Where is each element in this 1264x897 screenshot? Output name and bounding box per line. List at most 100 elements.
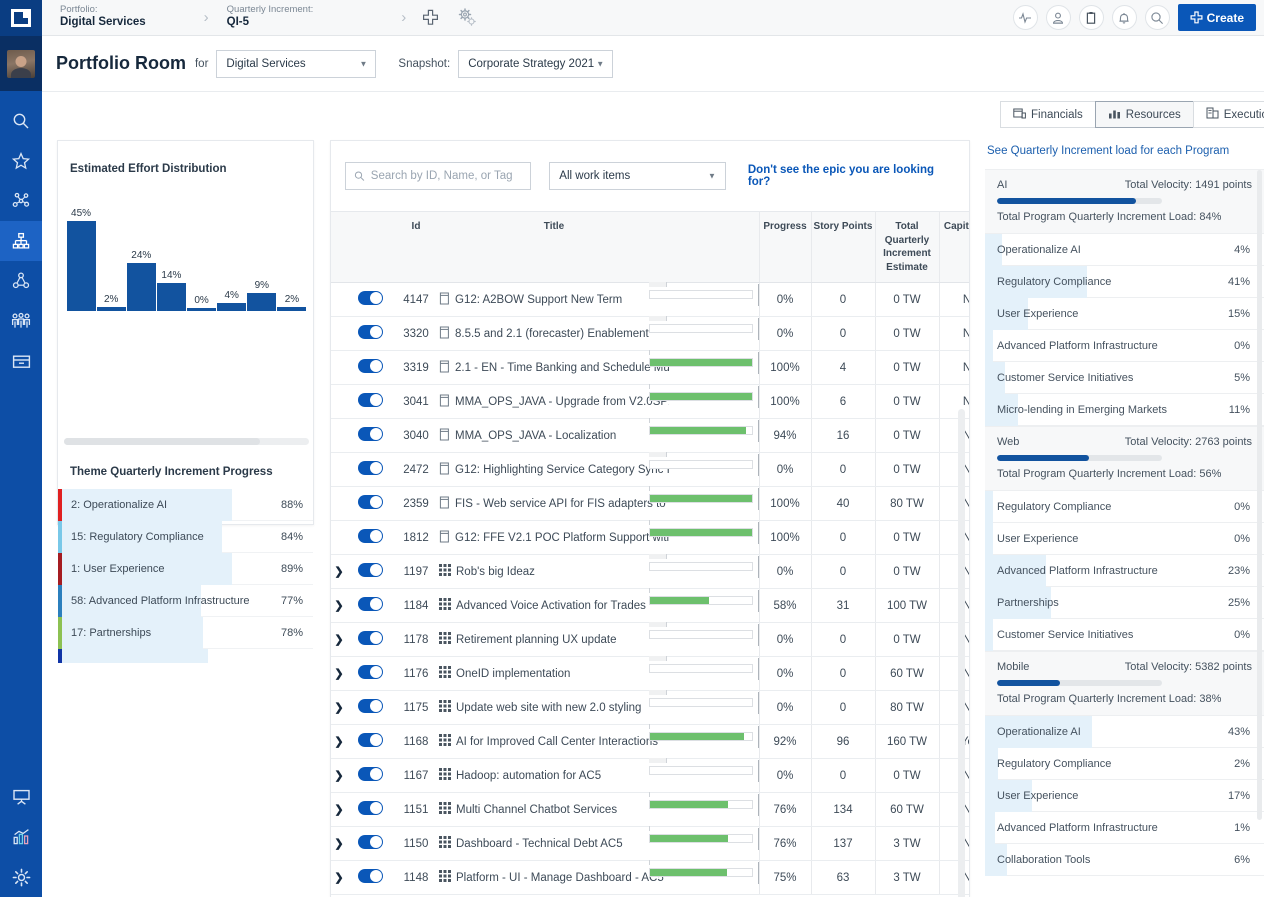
row-toggle-cell[interactable] [347, 758, 393, 793]
row-toggle[interactable] [357, 665, 383, 679]
table-row[interactable]: 3320 8.5.5 and 2.1 (forecaster) Enablemen… [331, 315, 969, 351]
gears-icon[interactable] [455, 6, 479, 30]
create-button[interactable]: Create [1177, 4, 1256, 31]
table-row[interactable]: 3040 MMA_OPS_JAVA - Localization 94% 16 0 TW… [331, 417, 969, 453]
row-toggle-cell[interactable] [347, 452, 393, 487]
rail-item-search[interactable] [0, 101, 42, 141]
expand-row-icon[interactable]: ❯ [334, 702, 343, 714]
rail-item-favorites[interactable] [0, 141, 42, 181]
program-theme-row[interactable]: Regulatory Compliance 0% [985, 491, 1264, 523]
tab-execution[interactable]: Execution [1192, 101, 1264, 128]
row-toggle-cell[interactable] [347, 588, 393, 623]
row-expander-cell[interactable] [331, 418, 347, 453]
table-row[interactable]: 4147 G12: A2BOW Support New Term 0%00 TWNo [331, 281, 969, 317]
search-input[interactable] [370, 170, 523, 182]
table-row[interactable]: ❯ 1167 Hadoop: automation for AC5 0%00 TWNo [331, 757, 969, 793]
app-logo[interactable] [0, 0, 42, 36]
row-toggle[interactable] [357, 801, 383, 815]
theme-progress-row[interactable]: 1: User Experience 89% [58, 552, 313, 585]
row-expander-cell[interactable]: ❯ [331, 622, 347, 657]
effort-bar[interactable] [277, 307, 307, 311]
row-expander-cell[interactable] [331, 384, 347, 419]
table-row[interactable]: ❯ 1151 Multi Channel Chatbot Services 76% 13… [331, 791, 969, 827]
row-toggle-cell[interactable] [347, 792, 393, 827]
effort-bar[interactable] [247, 293, 277, 311]
row-expander-cell[interactable] [331, 520, 347, 555]
theme-progress-row[interactable]: 2: Operationalize AI 88% [58, 488, 313, 521]
expand-row-icon[interactable]: ❯ [334, 668, 343, 680]
rail-item-archive[interactable] [0, 341, 42, 381]
table-row[interactable]: ❯ 1168 AI for Improved Call Center Interac… [331, 723, 969, 759]
clipboard-icon[interactable] [1078, 5, 1104, 30]
row-toggle-cell[interactable] [347, 486, 393, 521]
col-progress[interactable]: Progress [759, 211, 812, 283]
search-box[interactable] [345, 162, 532, 190]
row-toggle[interactable] [357, 563, 383, 577]
expand-row-icon[interactable]: ❯ [334, 872, 343, 884]
expand-row-icon[interactable]: ❯ [334, 770, 343, 782]
row-toggle[interactable] [357, 427, 383, 441]
program-theme-row[interactable]: Operationalize AI 4% [985, 234, 1264, 266]
row-toggle-cell[interactable] [347, 554, 393, 589]
expand-row-icon[interactable]: ❯ [334, 600, 343, 612]
table-row[interactable]: 3041 MMA_OPS_JAVA - Upgrade from V2.0SP1 … [331, 383, 969, 419]
table-row[interactable]: 1812 G12: FFE V2.1 POC Platform Support w… [331, 519, 969, 555]
program-theme-row[interactable]: Advanced Platform Infrastructure 1% [985, 812, 1264, 844]
theme-progress-row[interactable]: 58: Advanced Platform Infrastructure 77% [58, 584, 313, 617]
program-theme-row[interactable]: User Experience 15% [985, 298, 1264, 330]
effort-bar[interactable] [217, 303, 247, 311]
row-toggle-cell[interactable] [347, 520, 393, 555]
row-toggle[interactable] [357, 291, 383, 305]
row-toggle[interactable] [357, 393, 383, 407]
chart-horizontal-scrollbar[interactable] [64, 438, 309, 445]
theme-progress-row[interactable]: 15: Regulatory Compliance 84% [58, 520, 313, 553]
expand-row-icon[interactable]: ❯ [334, 838, 343, 850]
expand-row-icon[interactable]: ❯ [334, 634, 343, 646]
rail-item-portfolio-room[interactable] [0, 221, 42, 261]
row-toggle[interactable] [357, 495, 383, 509]
program-theme-row[interactable]: User Experience 17% [985, 780, 1264, 812]
table-row[interactable]: 2472 G12: Highlighting Service Category S… [331, 451, 969, 487]
row-toggle[interactable] [357, 461, 383, 475]
table-vertical-scrollbar[interactable] [958, 409, 965, 897]
row-toggle[interactable] [357, 869, 383, 883]
row-toggle[interactable] [357, 597, 383, 611]
row-expander-cell[interactable]: ❯ [331, 554, 347, 589]
table-row[interactable]: ❯ 1178 Retirement planning UX update 0% 0 0 T… [331, 621, 969, 657]
breadcrumb-increment[interactable]: Quarterly Increment: QI-5 [209, 4, 314, 29]
program-theme-row[interactable]: Advanced Platform Infrastructure 0% [985, 330, 1264, 362]
row-expander-cell[interactable] [331, 282, 347, 317]
search-icon[interactable] [1144, 5, 1170, 30]
row-toggle-cell[interactable] [347, 282, 393, 317]
person-icon[interactable] [1045, 5, 1071, 30]
snapshot-select[interactable]: Corporate Strategy 2021 ▼ [458, 49, 614, 78]
table-row[interactable]: ❯ 1150 Dashboard - Technical Debt AC5 76% 13… [331, 825, 969, 861]
row-expander-cell[interactable]: ❯ [331, 690, 347, 725]
row-toggle[interactable] [357, 733, 383, 747]
rail-item-org-node[interactable] [0, 261, 42, 301]
tab-resources[interactable]: Resources [1094, 101, 1193, 128]
program-theme-row[interactable]: Collaboration Tools 6% [985, 844, 1264, 876]
rail-item-settings[interactable] [0, 857, 42, 897]
add-icon[interactable] [422, 9, 439, 26]
row-expander-cell[interactable] [331, 316, 347, 351]
program-theme-row[interactable]: Regulatory Compliance 2% [985, 748, 1264, 780]
table-row[interactable]: ❯ 1148 Platform - UI - Manage Dashboard - … [331, 859, 969, 895]
activity-icon[interactable] [1012, 5, 1038, 30]
expand-row-icon[interactable]: ❯ [334, 736, 343, 748]
row-toggle[interactable] [357, 699, 383, 713]
effort-bar[interactable] [126, 263, 156, 311]
program-theme-row[interactable]: User Experience 0% [985, 523, 1264, 555]
theme-progress-row[interactable] [58, 649, 313, 663]
program-theme-row[interactable]: Partnerships 25% [985, 587, 1264, 619]
row-toggle-cell[interactable] [347, 622, 393, 657]
expand-row-icon[interactable]: ❯ [334, 804, 343, 816]
expand-row-icon[interactable]: ❯ [334, 566, 343, 578]
effort-bar[interactable] [96, 307, 126, 311]
row-toggle[interactable] [357, 835, 383, 849]
row-toggle[interactable] [357, 767, 383, 781]
effort-bar[interactable] [156, 283, 186, 311]
row-toggle-cell[interactable] [347, 316, 393, 351]
table-row[interactable]: ❯ 1197 Rob's big Ideaz 0%00 TWNo [331, 553, 969, 589]
row-toggle-cell[interactable] [347, 418, 393, 453]
